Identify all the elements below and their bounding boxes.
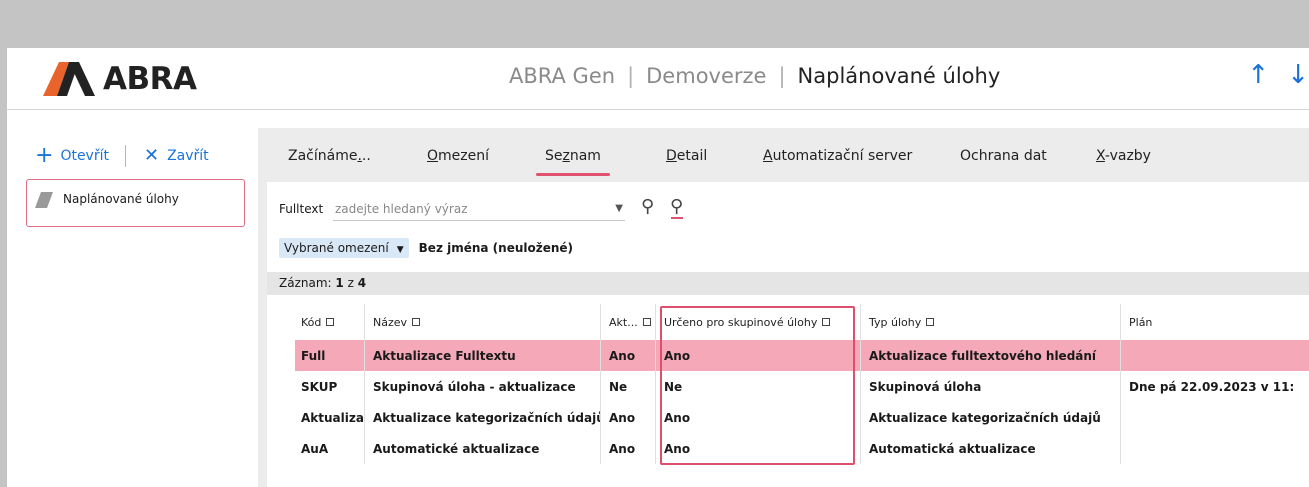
table-cell: Dne pá 22.09.2023 v 11: (1129, 379, 1295, 394)
tab-bar: Začínáme... Omezení Seznam Detail Automa… (258, 128, 1309, 182)
breadcrumb: ABRA Gen | Demoverze | Naplánované úlohy (509, 64, 1000, 88)
filter-name: Bez jména (neuložené) (418, 241, 574, 255)
sidebar-item-label: Naplánované úlohy (63, 192, 179, 206)
table-cell (1121, 340, 1309, 371)
divider (124, 145, 126, 167)
table-cell: Aktualizace kategorizačních údajů (365, 402, 601, 433)
column-header-plan[interactable]: Plán (1121, 304, 1309, 340)
table-cell (1121, 433, 1309, 464)
record-bar: Záznam: 1 z 4 (267, 272, 1309, 295)
table-cell: Aktualizace Fulltextu (365, 340, 601, 371)
caret-down-icon: ▼ (396, 245, 404, 255)
breadcrumb-app[interactable]: ABRA Gen (509, 64, 615, 88)
table-cell: Aktualizace kategorizačních údajů (861, 402, 1121, 433)
tab-detail[interactable]: Detail (666, 148, 707, 164)
table-cell: Ano (656, 402, 861, 433)
breadcrumb-edition[interactable]: Demoverze (646, 64, 766, 88)
table-cell: Full (295, 340, 365, 371)
logo-text: ABRA (103, 61, 197, 97)
column-header-typ[interactable]: Typ úlohy (861, 304, 1121, 340)
sidebar-item-scheduled-tasks[interactable]: Naplánované úlohy (26, 179, 245, 227)
fulltext-input[interactable]: zadejte hledaný výraz ▼ (333, 199, 625, 221)
data-grid: Kód Název Akt... Určeno pro skupinové úl… (295, 304, 1309, 464)
tab-seznam[interactable]: Seznam (536, 148, 610, 176)
table-cell: Ne (601, 371, 656, 402)
column-header-nazev[interactable]: Název (365, 304, 601, 340)
column-header-aktivni[interactable]: Akt... (601, 304, 656, 340)
search-icon[interactable]: ⚲ (641, 196, 654, 217)
breadcrumb-separator: | (627, 64, 635, 88)
sidebar: + Otevřít ✕ Zavřít Naplánované úlohy (7, 111, 250, 487)
table-cell: Skupinová úloha - aktualizace (365, 371, 601, 402)
filter-dropdown[interactable]: Vybrané omezení ▼ (279, 238, 409, 258)
table-cell: Aktualiza (295, 402, 365, 433)
table-row[interactable]: SKUP Skupinová úloha - aktualizace Ne Ne… (295, 371, 1309, 402)
table-cell: Aktualizace fulltextového hledání (861, 340, 1121, 371)
table-row[interactable]: Aktualiza Aktualizace kategorizačních úd… (295, 402, 1309, 433)
fulltext-placeholder: zadejte hledaný výraz (335, 202, 468, 216)
table-cell: Ne (656, 371, 861, 402)
page-title: Naplánované úlohy (797, 64, 1001, 88)
breadcrumb-separator: | (778, 64, 786, 88)
column-header-urceno[interactable]: Určeno pro skupinové úlohy (656, 304, 861, 340)
window-top-strip (0, 0, 1309, 48)
tab-zaciname[interactable]: Začínáme... (288, 148, 371, 164)
abra-logo: ABRA (43, 61, 197, 97)
nav-arrows: ↑ ↓ (1247, 62, 1309, 88)
column-header-kod[interactable]: Kód (295, 304, 365, 340)
table-cell: Automatické aktualizace (365, 433, 601, 464)
table-cell: Ano (601, 402, 656, 433)
advanced-search-icon[interactable]: ⚲ (670, 196, 684, 219)
table-row[interactable]: Full Aktualizace Fulltextu Ano Ano Aktua… (295, 340, 1309, 371)
app-header: ABRA ABRA Gen | Demoverze | Naplánované … (7, 48, 1309, 110)
table-cell: Ano (656, 340, 861, 371)
table-row[interactable]: AuA Automatické aktualizace Ano Ano Auto… (295, 433, 1309, 464)
plus-icon[interactable]: + (35, 145, 53, 167)
fulltext-label: Fulltext (279, 202, 324, 216)
arrow-up-icon[interactable]: ↑ (1247, 62, 1269, 88)
open-button[interactable]: Otevřít (60, 148, 109, 164)
close-button[interactable]: Zavřít (167, 148, 209, 164)
table-cell: Ano (656, 433, 861, 464)
chevron-down-icon[interactable]: ▼ (615, 203, 623, 214)
filter-row: Vybrané omezení ▼ Bez jména (neuložené) (279, 238, 573, 258)
arrow-down-icon[interactable]: ↓ (1287, 62, 1309, 88)
close-icon[interactable]: ✕ (144, 147, 159, 165)
list-panel: Fulltext zadejte hledaný výraz ▼ ⚲ ⚲ Vyb… (267, 182, 1309, 487)
abra-logo-icon (43, 62, 95, 96)
tab-omezeni[interactable]: Omezení (427, 148, 489, 164)
table-header: Kód Název Akt... Určeno pro skupinové úl… (295, 304, 1309, 340)
table-cell: AuA (295, 433, 365, 464)
table-cell (1121, 402, 1309, 433)
table-cell: Ano (601, 340, 656, 371)
sidebar-actions: + Otevřít ✕ Zavřít (35, 145, 209, 167)
document-icon (35, 192, 53, 208)
tab-ochrana-dat[interactable]: Ochrana dat (960, 148, 1047, 164)
table-cell: Skupinová úloha (861, 371, 1121, 402)
tab-x-vazby[interactable]: X-vazby (1096, 148, 1151, 164)
tab-automatizacni-server[interactable]: Automatizační server (763, 148, 912, 164)
table-cell: Ano (601, 433, 656, 464)
table-cell: SKUP (295, 371, 365, 402)
table-cell: Automatická aktualizace (861, 433, 1121, 464)
window-left-edge (0, 48, 7, 487)
main-area: Začínáme... Omezení Seznam Detail Automa… (258, 128, 1309, 487)
